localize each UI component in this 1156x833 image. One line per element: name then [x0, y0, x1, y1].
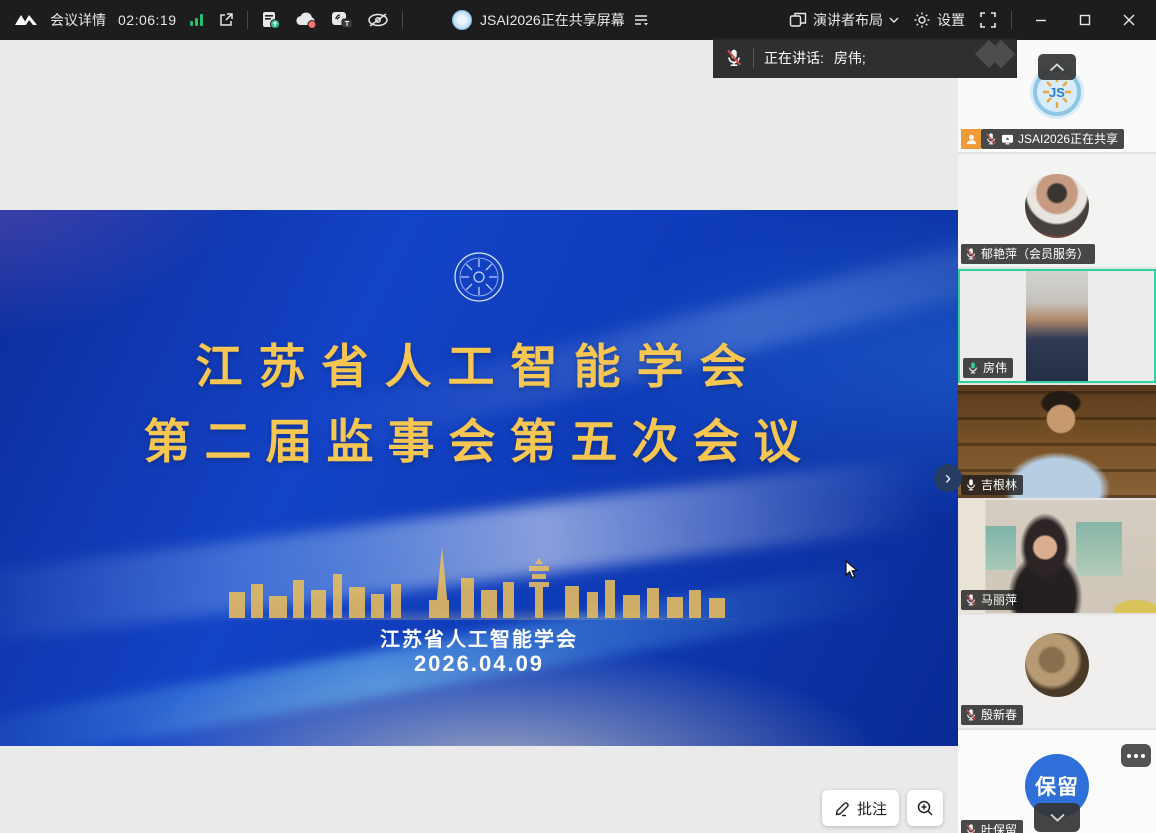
mic-muted-icon — [985, 132, 997, 146]
participant-label: 叶保留 — [961, 820, 1023, 833]
titlebar: 会议详情 02:06:19 T JSA — [0, 0, 1156, 40]
participant-video — [1026, 271, 1088, 381]
participant-label: 吉根林 — [961, 475, 1023, 495]
watermark-logo-icon — [987, 44, 1011, 67]
settings-button[interactable]: 设置 — [913, 10, 965, 30]
sharing-options-icon[interactable] — [633, 13, 649, 27]
meeting-window: 会议详情 02:06:19 T JSA — [0, 0, 1156, 833]
meeting-details-button[interactable]: 会议详情 — [50, 10, 106, 30]
titlebar-divider — [402, 11, 403, 29]
svg-text:JS: JS — [1049, 85, 1065, 100]
slide-title-line1: 江苏省人工智能学会 — [0, 328, 958, 397]
layout-button[interactable]: 演讲者布局 — [789, 10, 899, 30]
titlebar-divider — [1011, 11, 1012, 29]
participant-label: 郁艳萍（会员服务） — [961, 244, 1095, 264]
mic-muted-icon — [965, 708, 977, 722]
participant-name: 房伟 — [983, 360, 1007, 376]
host-badge-icon — [961, 129, 981, 149]
shared-screen-stage: 江苏省人工智能学会 第二届监事会第五次会议 江苏省人工智能学会 2026.04 — [0, 40, 958, 833]
close-button[interactable] — [1114, 14, 1144, 26]
slide-title-line2: 第二届监事会第五次会议 — [0, 403, 958, 472]
participant-label: 殷新春 — [961, 705, 1023, 725]
network-signal-icon[interactable] — [189, 13, 205, 27]
mic-muted-icon — [965, 247, 977, 261]
participant-name: 殷新春 — [981, 707, 1017, 723]
participant-tile-fangwei-active-speaker[interactable]: 房伟 — [958, 269, 1156, 383]
slide-footer-date: 2026.04.09 — [0, 651, 958, 677]
next-slide-arrow-button[interactable]: › — [934, 464, 962, 492]
toast-divider — [753, 48, 754, 68]
hide-view-icon[interactable] — [366, 11, 390, 29]
tile-more-options-button[interactable] — [1121, 744, 1151, 767]
mic-muted-icon — [965, 593, 977, 607]
participant-name: 马丽萍 — [981, 592, 1017, 608]
pop-out-icon[interactable] — [217, 11, 235, 29]
app-logo-icon — [14, 12, 38, 28]
annotate-button[interactable]: 批注 — [822, 790, 899, 826]
mic-muted-icon — [965, 823, 977, 833]
annotate-toolbar: 批注 — [822, 790, 943, 826]
mouse-cursor — [845, 560, 860, 585]
slide-footer-org: 江苏省人工智能学会 — [0, 623, 958, 652]
cloud-status-icon[interactable] — [294, 10, 318, 30]
participant-photo-avatar — [1025, 633, 1089, 697]
collapse-sidebar-up-button[interactable] — [1038, 54, 1076, 80]
scroll-participants-down-button[interactable] — [1034, 803, 1080, 832]
participant-label: 房伟 — [963, 358, 1013, 378]
participant-label: 马丽萍 — [961, 590, 1023, 610]
meeting-timer: 02:06:19 — [118, 12, 177, 28]
speaking-names: 房伟; — [834, 48, 866, 68]
participant-tile-maliping[interactable]: 马丽萍 — [958, 500, 1156, 613]
maximize-button[interactable] — [1070, 14, 1100, 26]
speaking-label: 正在讲话: — [764, 48, 824, 68]
participant-tile-yuyanping[interactable]: 郁艳萍（会员服务） — [958, 154, 1156, 267]
association-emblem-icon — [452, 250, 506, 309]
zoom-in-button[interactable] — [907, 790, 943, 826]
participant-name: 郁艳萍（会员服务） — [981, 246, 1089, 262]
sharer-avatar — [452, 10, 472, 30]
mic-on-icon — [965, 478, 977, 492]
sharing-status-text: JSAI2026正在共享屏幕 — [480, 10, 625, 30]
presentation-slide: 江苏省人工智能学会 第二届监事会第五次会议 江苏省人工智能学会 2026.04 — [0, 210, 958, 746]
participant-sidebar: JS JSAI2026正在共享 — [958, 40, 1156, 833]
participant-tile-yinxinchun[interactable]: 殷新春 — [958, 615, 1156, 728]
mic-speaking-icon — [967, 361, 979, 375]
recording-status-icon[interactable] — [260, 10, 282, 30]
participant-name: 吉根林 — [981, 477, 1017, 493]
speaking-toast: 正在讲话: 房伟; — [713, 38, 1017, 78]
participant-label: JSAI2026正在共享 — [961, 129, 1124, 149]
participant-tile-jigenlin[interactable]: 吉根林 — [958, 385, 1156, 498]
minimize-button[interactable] — [1026, 14, 1056, 26]
magnifier-plus-icon — [916, 799, 934, 817]
city-skyline-graphic — [199, 540, 759, 625]
interpretation-icon[interactable]: T — [330, 10, 354, 30]
svg-text:T: T — [344, 21, 349, 28]
pen-icon — [834, 800, 851, 817]
titlebar-divider — [247, 11, 248, 29]
mic-muted-icon — [725, 48, 743, 68]
participant-name: 叶保留 — [981, 822, 1017, 833]
screen-share-icon — [1001, 134, 1014, 145]
participant-photo-avatar — [1025, 174, 1089, 238]
fullscreen-icon[interactable] — [979, 11, 997, 29]
participant-name: JSAI2026正在共享 — [1018, 131, 1118, 147]
